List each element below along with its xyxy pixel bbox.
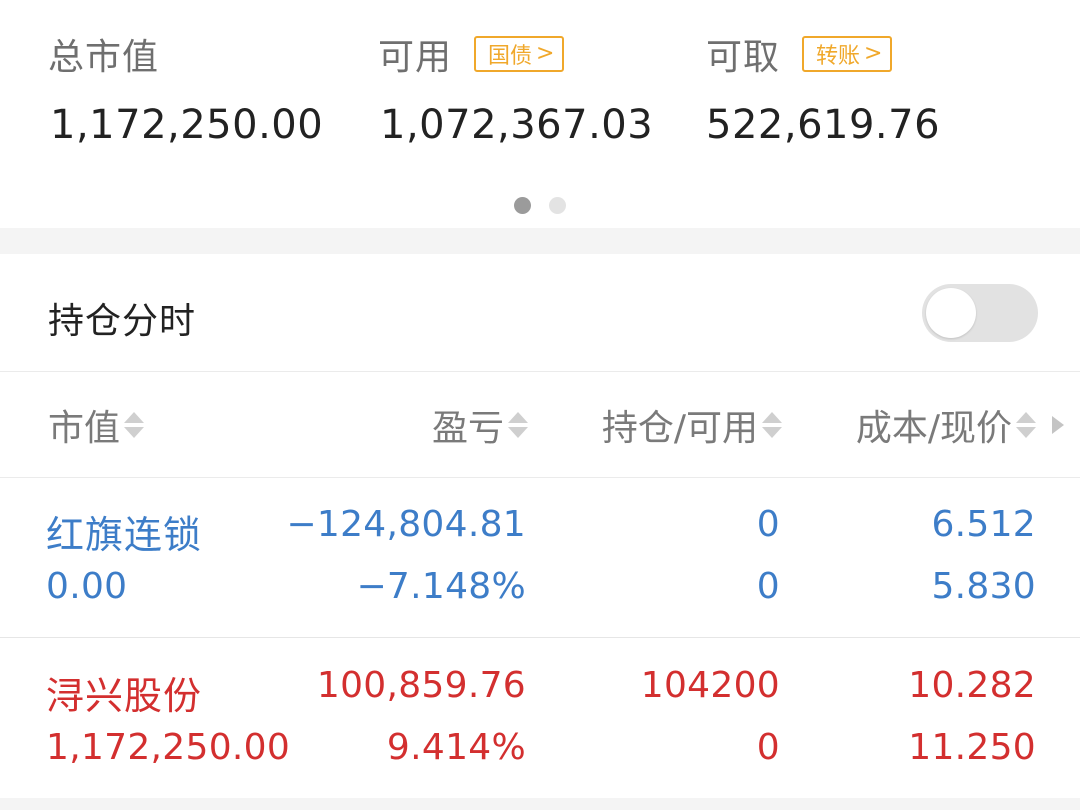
- stock-name: 浔兴股份: [46, 674, 203, 718]
- account-summary: 总市值 1,172,250.00 可用 国债 > 1,072,367.03 可取…: [0, 0, 1080, 228]
- chevron-right-icon: >: [864, 41, 883, 66]
- column-header-profit-loss[interactable]: 盈亏: [431, 402, 528, 449]
- current-price: 5.830: [931, 566, 1036, 607]
- chevron-right-icon: >: [536, 41, 555, 66]
- column-header-label: 盈亏: [431, 408, 504, 449]
- available-funds-amount: 1,072,367.03: [380, 102, 654, 148]
- scroll-right-arrow-icon[interactable]: [1052, 416, 1064, 434]
- cost-price: 6.512: [931, 504, 1036, 545]
- position: 0: [756, 504, 780, 545]
- column-header-position-available[interactable]: 持仓/可用: [601, 402, 782, 449]
- profit-loss: −124,804.81: [286, 504, 526, 545]
- withdrawable-funds-label: 可取: [706, 37, 781, 78]
- stock-name: 红旗连锁: [46, 513, 203, 557]
- withdrawable-funds-amount: 522,619.76: [706, 102, 941, 148]
- withdrawable-funds: 可取 转账 > 522,619.76: [706, 28, 940, 148]
- treasury-bond-button-label: 国债: [488, 44, 533, 69]
- available-funds-label: 可用: [378, 37, 453, 78]
- sort-icon: [124, 412, 145, 438]
- column-header-cost-price[interactable]: 成本/现价: [855, 402, 1036, 449]
- market-value: 1,172,250.00: [46, 727, 291, 768]
- toggle-knob: [926, 288, 976, 338]
- column-header-market-value[interactable]: 市值: [48, 402, 145, 449]
- sort-icon: [508, 412, 528, 438]
- table-row[interactable]: 红旗连锁 0.00 −124,804.81 −7.148% 0 0 6.512 …: [0, 478, 1080, 638]
- sort-icon: [1016, 412, 1036, 438]
- position-intraday-row: 持仓分时: [0, 254, 1080, 372]
- available-position: 0: [756, 566, 780, 607]
- sort-icon: [762, 412, 782, 438]
- available-position: 0: [756, 727, 780, 768]
- page-indicator-dot[interactable]: [549, 197, 566, 214]
- cost-price: 10.282: [908, 665, 1036, 706]
- holdings-table-header: 市值 盈亏 持仓/可用 成本/现价: [0, 372, 1080, 478]
- position-intraday-label: 持仓分时: [48, 301, 197, 342]
- position-intraday-toggle[interactable]: [922, 284, 1038, 342]
- treasury-bond-button[interactable]: 国债 >: [474, 36, 565, 72]
- profit-loss-percent: −7.148%: [356, 566, 526, 607]
- market-value: 0.00: [46, 566, 128, 607]
- profit-loss: 100,859.76: [316, 665, 526, 706]
- total-market-value-amount: 1,172,250.00: [50, 102, 324, 148]
- section-divider: [0, 798, 1080, 810]
- total-market-value: 总市值 1,172,250.00: [48, 28, 323, 148]
- total-market-value-label: 总市值: [48, 37, 160, 78]
- profit-loss-percent: 9.414%: [386, 727, 526, 768]
- column-header-label: 市值: [48, 408, 121, 449]
- page-indicator-dot-active[interactable]: [514, 197, 531, 214]
- table-row[interactable]: 浔兴股份 1,172,250.00 100,859.76 9.414% 1042…: [0, 639, 1080, 799]
- page-indicator[interactable]: [0, 197, 1080, 214]
- current-price: 11.250: [908, 727, 1036, 768]
- column-header-label: 成本/现价: [855, 408, 1012, 449]
- section-divider: [0, 228, 1080, 254]
- position: 104200: [640, 665, 780, 706]
- transfer-button-label: 转账: [816, 44, 861, 69]
- column-header-label: 持仓/可用: [601, 408, 758, 449]
- available-funds: 可用 国债 > 1,072,367.03: [378, 28, 653, 148]
- transfer-button[interactable]: 转账 >: [802, 36, 893, 72]
